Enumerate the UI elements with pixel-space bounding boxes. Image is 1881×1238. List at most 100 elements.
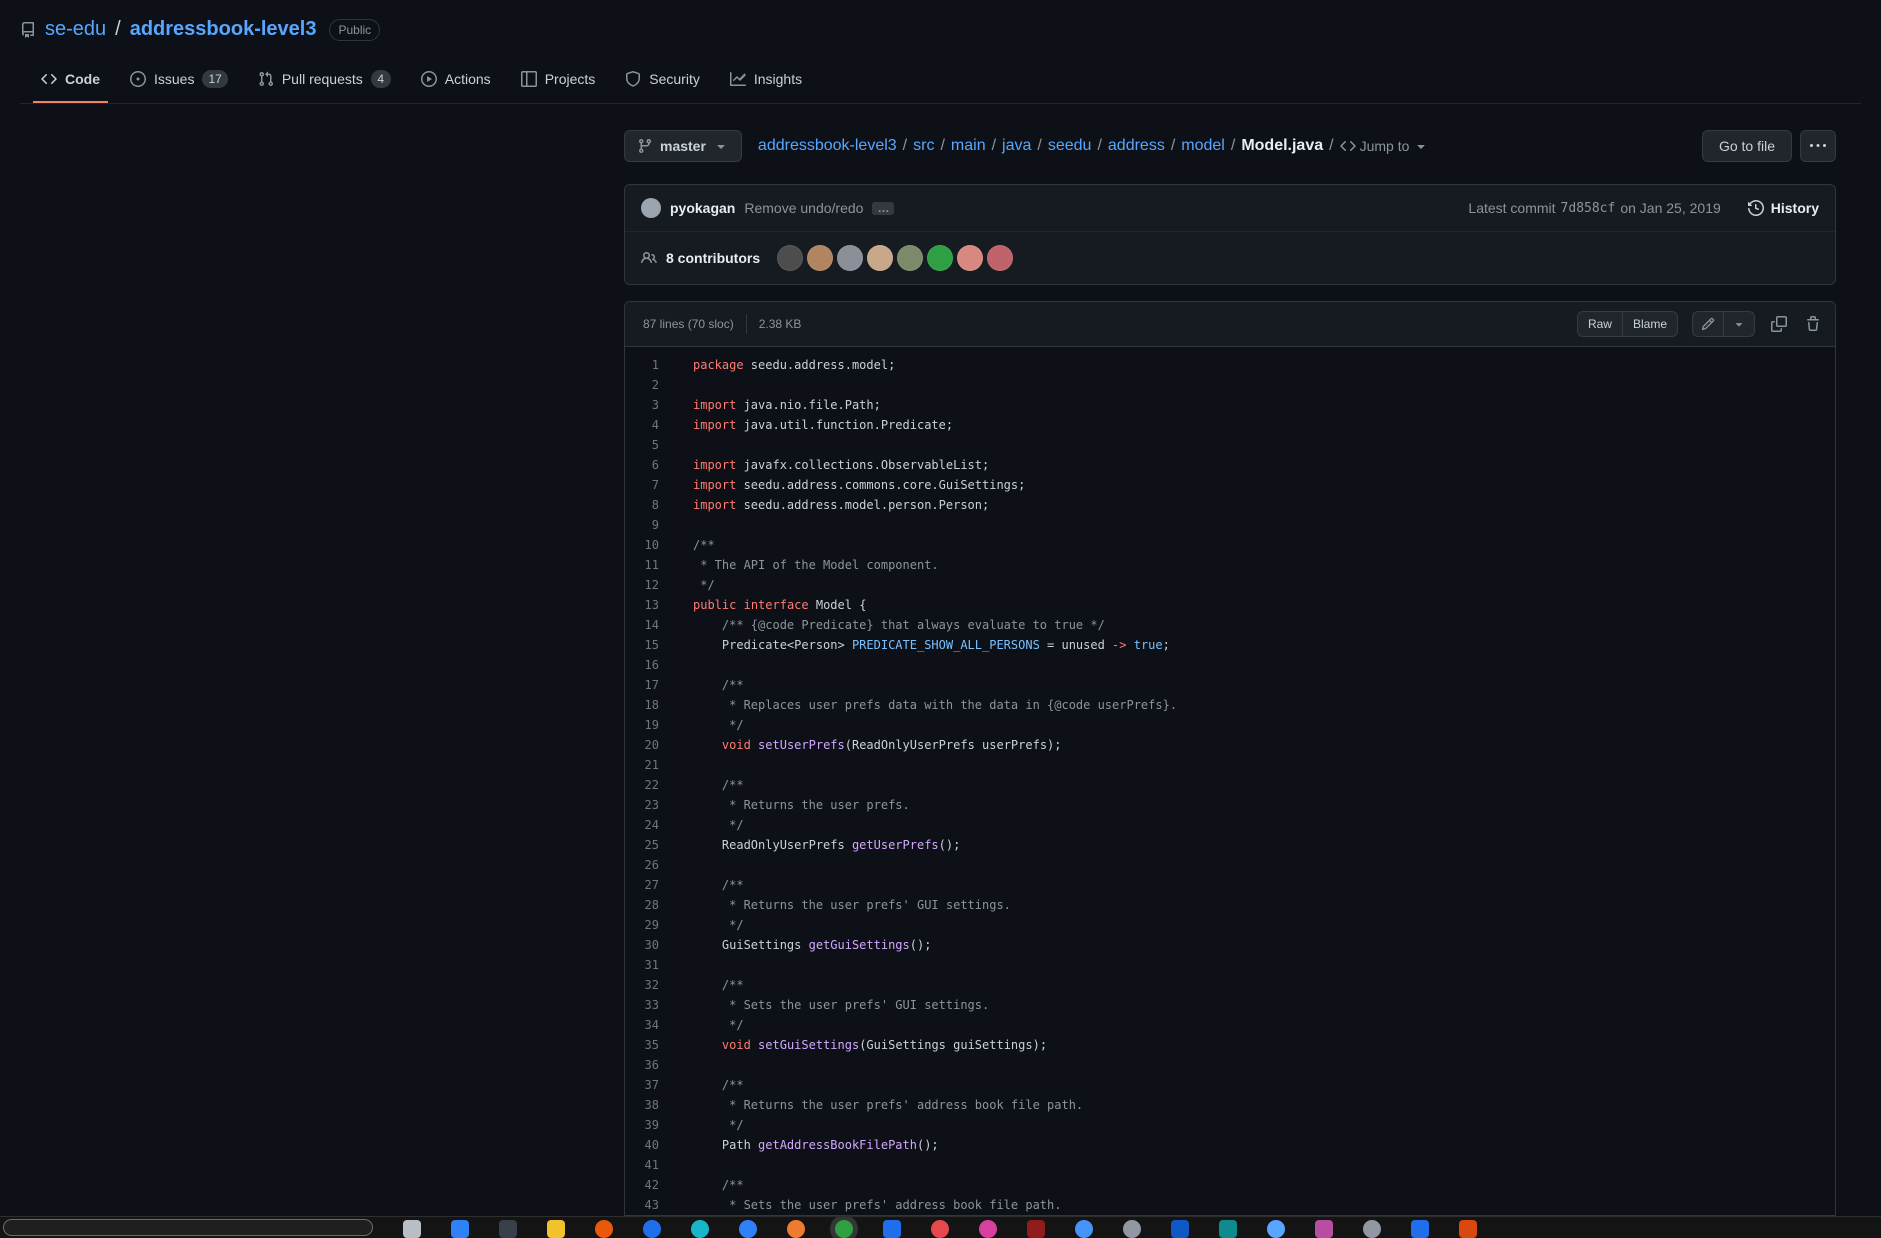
copy-raw-button[interactable]	[1769, 314, 1789, 334]
line-number[interactable]: 20	[625, 735, 675, 755]
taskbar-app-icon[interactable]	[1411, 1220, 1429, 1238]
more-options-button[interactable]	[1800, 130, 1836, 162]
line-number[interactable]: 39	[625, 1115, 675, 1135]
line-number[interactable]: 19	[625, 715, 675, 735]
line-number[interactable]: 23	[625, 795, 675, 815]
taskbar-app-icon[interactable]	[499, 1220, 517, 1238]
jump-to-button[interactable]: Jump to	[1339, 138, 1430, 154]
tab-insights[interactable]: Insights	[722, 57, 810, 103]
line-number[interactable]: 15	[625, 635, 675, 655]
tab-pull-requests[interactable]: Pull requests 4	[250, 57, 399, 103]
line-number[interactable]: 10	[625, 535, 675, 555]
line-number[interactable]: 38	[625, 1095, 675, 1115]
go-to-file-button[interactable]: Go to file	[1701, 130, 1792, 162]
tab-projects[interactable]: Projects	[513, 57, 604, 103]
line-number[interactable]: 30	[625, 935, 675, 955]
contributor-avatar[interactable]	[957, 245, 984, 271]
commit-message-link[interactable]: Remove undo/redo	[744, 200, 863, 216]
breadcrumb-item[interactable]: address	[1108, 137, 1165, 155]
line-number[interactable]: 25	[625, 835, 675, 855]
line-number[interactable]: 14	[625, 615, 675, 635]
line-number[interactable]: 33	[625, 995, 675, 1015]
line-number[interactable]: 32	[625, 975, 675, 995]
commit-description-toggle[interactable]: …	[872, 201, 895, 215]
line-number[interactable]: 31	[625, 955, 675, 975]
line-number[interactable]: 36	[625, 1055, 675, 1075]
line-number[interactable]: 13	[625, 595, 675, 615]
repo-owner-link[interactable]: se-edu	[45, 18, 106, 41]
line-number[interactable]: 5	[625, 435, 675, 455]
taskbar-app-icon[interactable]	[451, 1220, 469, 1238]
edit-file-button[interactable]	[1692, 311, 1724, 337]
history-link[interactable]: History	[1747, 200, 1819, 216]
breadcrumb-item[interactable]: src	[913, 137, 934, 155]
taskbar-app-icon[interactable]	[835, 1220, 853, 1238]
tab-security[interactable]: Security	[617, 57, 708, 103]
line-number[interactable]: 21	[625, 755, 675, 775]
line-number[interactable]: 8	[625, 495, 675, 515]
line-number[interactable]: 28	[625, 895, 675, 915]
line-number[interactable]: 43	[625, 1195, 675, 1215]
contributor-avatar[interactable]	[777, 245, 804, 271]
tab-issues[interactable]: Issues 17	[122, 57, 236, 103]
taskbar-app-icon[interactable]	[595, 1220, 613, 1238]
tab-actions[interactable]: Actions	[413, 57, 499, 103]
taskbar-app-icon[interactable]	[1171, 1220, 1189, 1238]
delete-file-button[interactable]	[1803, 314, 1823, 334]
breadcrumb-item[interactable]: java	[1002, 137, 1031, 155]
blame-button[interactable]: Blame	[1622, 311, 1678, 337]
taskbar-app-icon[interactable]	[883, 1220, 901, 1238]
line-number[interactable]: 42	[625, 1175, 675, 1195]
line-number[interactable]: 16	[625, 655, 675, 675]
taskbar-app-icon[interactable]	[787, 1220, 805, 1238]
taskbar-app-icon[interactable]	[1267, 1220, 1285, 1238]
line-number[interactable]: 41	[625, 1155, 675, 1175]
taskbar-app-icon[interactable]	[931, 1220, 949, 1238]
taskbar-app-icon[interactable]	[1363, 1220, 1381, 1238]
breadcrumb-item[interactable]: seedu	[1048, 137, 1092, 155]
taskbar-app-icon[interactable]	[547, 1220, 565, 1238]
branch-selector[interactable]: master	[624, 130, 742, 162]
contributor-avatar[interactable]	[837, 245, 864, 271]
line-number[interactable]: 17	[625, 675, 675, 695]
taskbar-app-icon[interactable]	[1315, 1220, 1333, 1238]
line-number[interactable]: 2	[625, 375, 675, 395]
line-number[interactable]: 35	[625, 1035, 675, 1055]
contributor-avatar[interactable]	[807, 245, 834, 271]
tab-code[interactable]: Code	[33, 57, 108, 103]
breadcrumb-item[interactable]: addressbook-level3	[758, 137, 897, 155]
line-number[interactable]: 11	[625, 555, 675, 575]
taskbar-app-icon[interactable]	[1075, 1220, 1093, 1238]
taskbar-app-icon[interactable]	[691, 1220, 709, 1238]
taskbar-app-icon[interactable]	[1027, 1220, 1045, 1238]
line-number[interactable]: 3	[625, 395, 675, 415]
line-number[interactable]: 1	[625, 355, 675, 375]
contributor-avatar[interactable]	[987, 245, 1014, 271]
line-number[interactable]: 12	[625, 575, 675, 595]
breadcrumb-item[interactable]: model	[1181, 137, 1225, 155]
taskbar-app-icon[interactable]	[403, 1220, 421, 1238]
raw-button[interactable]: Raw	[1576, 311, 1623, 337]
taskbar-app-icon[interactable]	[979, 1220, 997, 1238]
taskbar-search-box[interactable]	[3, 1219, 373, 1236]
taskbar-app-icon[interactable]	[1123, 1220, 1141, 1238]
taskbar-app-icon[interactable]	[1459, 1220, 1477, 1238]
line-number[interactable]: 37	[625, 1075, 675, 1095]
contributors-link[interactable]: 8 contributors	[666, 250, 760, 266]
breadcrumb-item[interactable]: main	[951, 137, 986, 155]
commit-sha-link[interactable]: 7d858cf	[1561, 201, 1616, 216]
line-number[interactable]: 27	[625, 875, 675, 895]
line-number[interactable]: 22	[625, 775, 675, 795]
line-number[interactable]: 9	[625, 515, 675, 535]
taskbar-app-icon[interactable]	[739, 1220, 757, 1238]
line-number[interactable]: 4	[625, 415, 675, 435]
edit-dropdown-button[interactable]	[1724, 311, 1755, 337]
line-number[interactable]: 40	[625, 1135, 675, 1155]
commit-author-avatar[interactable]	[641, 198, 661, 218]
line-number[interactable]: 24	[625, 815, 675, 835]
contributor-avatar[interactable]	[927, 245, 954, 271]
taskbar-app-icon[interactable]	[1219, 1220, 1237, 1238]
line-number[interactable]: 29	[625, 915, 675, 935]
line-number[interactable]: 34	[625, 1015, 675, 1035]
taskbar-app-icon[interactable]	[643, 1220, 661, 1238]
